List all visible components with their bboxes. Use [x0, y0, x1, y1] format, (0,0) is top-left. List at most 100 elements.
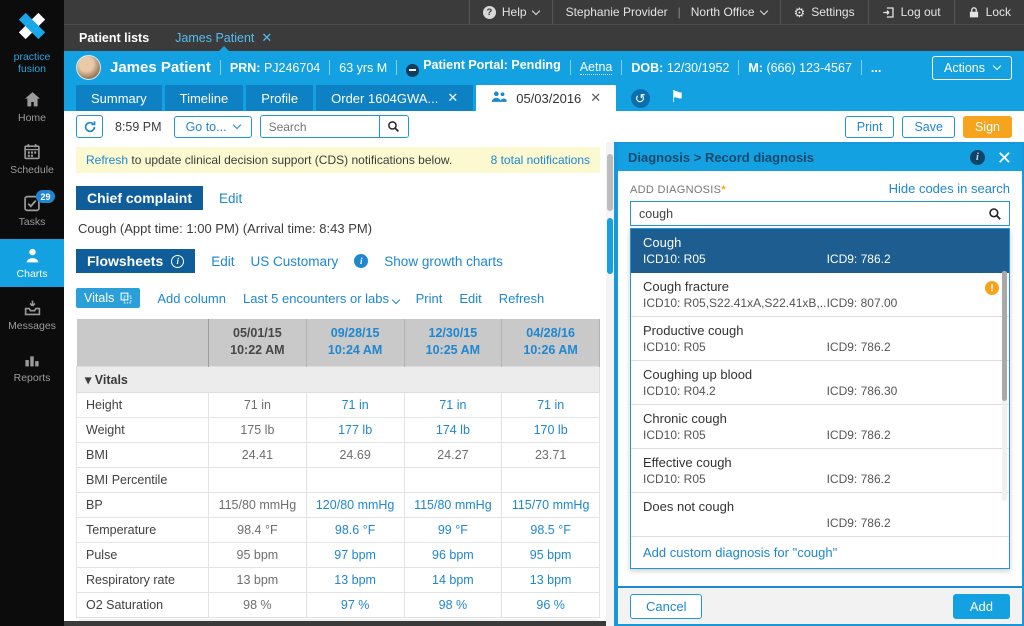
diagnosis-result[interactable]: Chronic coughICD10: R05ICD9: 786.2 — [631, 405, 1009, 449]
growth-charts-link[interactable]: Show growth charts — [384, 254, 503, 269]
cancel-button[interactable]: Cancel — [630, 594, 702, 619]
table-cell[interactable]: 120/80 mmHg — [306, 492, 404, 517]
flowsheet-column-header[interactable]: 12/30/1510:25 AM — [404, 319, 502, 366]
chart-search-input[interactable] — [261, 116, 379, 137]
more-button[interactable]: ... — [871, 61, 881, 75]
sidebar-item-schedule[interactable]: Schedule — [0, 135, 64, 183]
encounter-history-button[interactable]: ↺ — [627, 85, 653, 111]
insurance-link[interactable]: Aetna — [580, 60, 613, 75]
table-cell[interactable]: 115/70 mmHg — [502, 492, 600, 517]
close-icon[interactable]: ✕ — [261, 30, 272, 46]
table-cell[interactable]: 71 in — [306, 392, 404, 417]
table-cell[interactable]: 174 lb — [404, 417, 502, 442]
encounter-tab-profile[interactable]: Profile — [246, 85, 313, 111]
table-cell[interactable]: 98.6 °F — [306, 517, 404, 542]
hide-codes-link[interactable]: Hide codes in search — [889, 181, 1010, 196]
diagnosis-result[interactable]: Productive coughICD10: R05ICD9: 786.2 — [631, 317, 1009, 361]
diagnosis-result[interactable]: Effective coughICD10: R05ICD9: 786.2 — [631, 449, 1009, 493]
table-cell[interactable]: 98.5 °F — [502, 517, 600, 542]
patient-portal-status[interactable]: Patient Portal: Pending — [406, 58, 561, 77]
lock-button[interactable]: Lock — [954, 0, 1024, 24]
table-cell[interactable]: 99 °F — [404, 517, 502, 542]
encounter-tab-05-03-2016[interactable]: 05/03/2016✕ — [476, 85, 616, 111]
table-cell[interactable]: 14 bpm — [404, 567, 502, 592]
table-cell[interactable]: 71 in — [404, 392, 502, 417]
info-icon[interactable]: i — [354, 254, 368, 268]
table-cell[interactable]: 96 % — [502, 592, 600, 617]
goto-dropdown[interactable]: Go to... — [174, 116, 252, 138]
sidebar-item-home[interactable]: Home — [0, 83, 64, 131]
cds-count-link[interactable]: 8 total notifications — [491, 153, 590, 167]
chief-complaint-edit-link[interactable]: Edit — [219, 191, 242, 206]
user-office-menu[interactable]: Stephanie Provider | North Office — [552, 0, 780, 24]
diagnosis-result[interactable]: CoughICD10: R05ICD9: 786.2 — [631, 229, 1009, 273]
encounter-tab-summary[interactable]: Summary — [76, 85, 162, 111]
flowsheet-column-header[interactable]: 09/28/1510:24 AM — [306, 319, 404, 366]
diagnosis-result[interactable]: Coughing up bloodICD10: R04.2ICD9: 786.3… — [631, 361, 1009, 405]
add-column-link[interactable]: Add column — [157, 291, 226, 306]
refresh-button[interactable] — [76, 115, 103, 138]
print-button[interactable]: Print — [845, 116, 895, 138]
close-icon[interactable]: ✕ — [590, 90, 601, 106]
flag-button[interactable]: ⚑ — [664, 85, 690, 111]
encounter-tab-timeline[interactable]: Timeline — [165, 85, 244, 111]
info-icon[interactable]: i — [171, 255, 184, 268]
table-cell[interactable]: 13 bpm — [306, 567, 404, 592]
diagnosis-search-button[interactable] — [980, 202, 1009, 225]
flowsheet-column-header[interactable]: 04/28/1610:26 AM — [502, 319, 600, 366]
flowsheet-refresh-link[interactable]: Refresh — [499, 291, 545, 306]
scrollbar-thumb[interactable] — [1002, 271, 1007, 401]
search-button[interactable] — [379, 116, 408, 137]
save-button[interactable]: Save — [902, 116, 955, 138]
table-cell[interactable]: 98 % — [404, 592, 502, 617]
encounter-tab-label: Order 1604GWA... — [331, 91, 438, 106]
help-label: Help — [502, 5, 527, 19]
sign-button[interactable]: Sign — [963, 116, 1012, 138]
add-custom-diagnosis-link[interactable]: Add custom diagnosis for "cough" — [643, 545, 837, 560]
table-row: BP115/80 mmHg120/80 mmHg115/80 mmHg115/7… — [77, 492, 600, 517]
patient-lists-link[interactable]: Patient lists — [79, 31, 149, 45]
table-cell[interactable]: 170 lb — [502, 417, 600, 442]
vertical-scrollbar[interactable] — [606, 142, 614, 626]
table-cell[interactable]: 97 bpm — [306, 542, 404, 567]
list-scrollbar[interactable] — [1002, 271, 1007, 501]
encounter-tab-order-1604gwa-[interactable]: Order 1604GWA... ✕ — [316, 85, 473, 111]
patient-avatar[interactable] — [76, 55, 101, 80]
scrollbar-thumb-active[interactable] — [607, 218, 613, 274]
flowsheets-edit-link[interactable]: Edit — [211, 254, 234, 269]
sidebar-item-tasks[interactable]: 29Tasks — [0, 187, 64, 235]
close-icon[interactable]: ✕ — [447, 90, 458, 106]
info-icon[interactable]: i — [970, 150, 985, 165]
practice-fusion-logo[interactable]: practice fusion — [0, 0, 64, 79]
warning-icon[interactable]: ! — [985, 281, 999, 295]
close-icon[interactable]: ✕ — [997, 149, 1012, 167]
units-link[interactable]: US Customary — [251, 254, 339, 269]
vitals-group-row[interactable]: ▾ Vitals — [77, 366, 600, 392]
actions-button[interactable]: Actions — [932, 56, 1012, 80]
table-cell[interactable]: 95 bpm — [502, 542, 600, 567]
diagnosis-search — [630, 201, 1010, 226]
encounters-filter-dropdown[interactable]: Last 5 encounters or labs — [243, 291, 399, 306]
table-cell[interactable]: 96 bpm — [404, 542, 502, 567]
table-cell[interactable]: 97 % — [306, 592, 404, 617]
diagnosis-result[interactable]: Does not coughICD9: 786.2 — [631, 493, 1009, 537]
diagnosis-search-input[interactable] — [631, 202, 980, 225]
table-cell[interactable]: 115/80 mmHg — [404, 492, 502, 517]
cds-refresh-link[interactable]: Refresh — [86, 153, 128, 167]
scrollbar-thumb[interactable] — [607, 154, 613, 211]
settings-button[interactable]: ⚙ Settings — [780, 0, 868, 24]
add-button[interactable]: Add — [953, 594, 1010, 619]
vitals-tab[interactable]: Vitals — [76, 288, 140, 308]
sidebar-item-charts[interactable]: Charts — [0, 239, 64, 287]
logout-button[interactable]: Log out — [868, 0, 954, 24]
sidebar-item-messages[interactable]: Messages — [0, 291, 64, 339]
help-menu[interactable]: ? Help — [469, 0, 552, 24]
flowsheet-edit-link[interactable]: Edit — [459, 291, 481, 306]
table-cell[interactable]: 71 in — [502, 392, 600, 417]
flowsheet-print-link[interactable]: Print — [416, 291, 443, 306]
open-patient-tab[interactable]: James Patient ✕ — [175, 25, 272, 51]
sidebar-item-reports[interactable]: Reports — [0, 343, 64, 391]
table-cell[interactable]: 177 lb — [306, 417, 404, 442]
diagnosis-result[interactable]: Cough fractureICD10: R05,S22.41xA,S22.41… — [631, 273, 1009, 317]
table-cell[interactable]: 13 bpm — [502, 567, 600, 592]
